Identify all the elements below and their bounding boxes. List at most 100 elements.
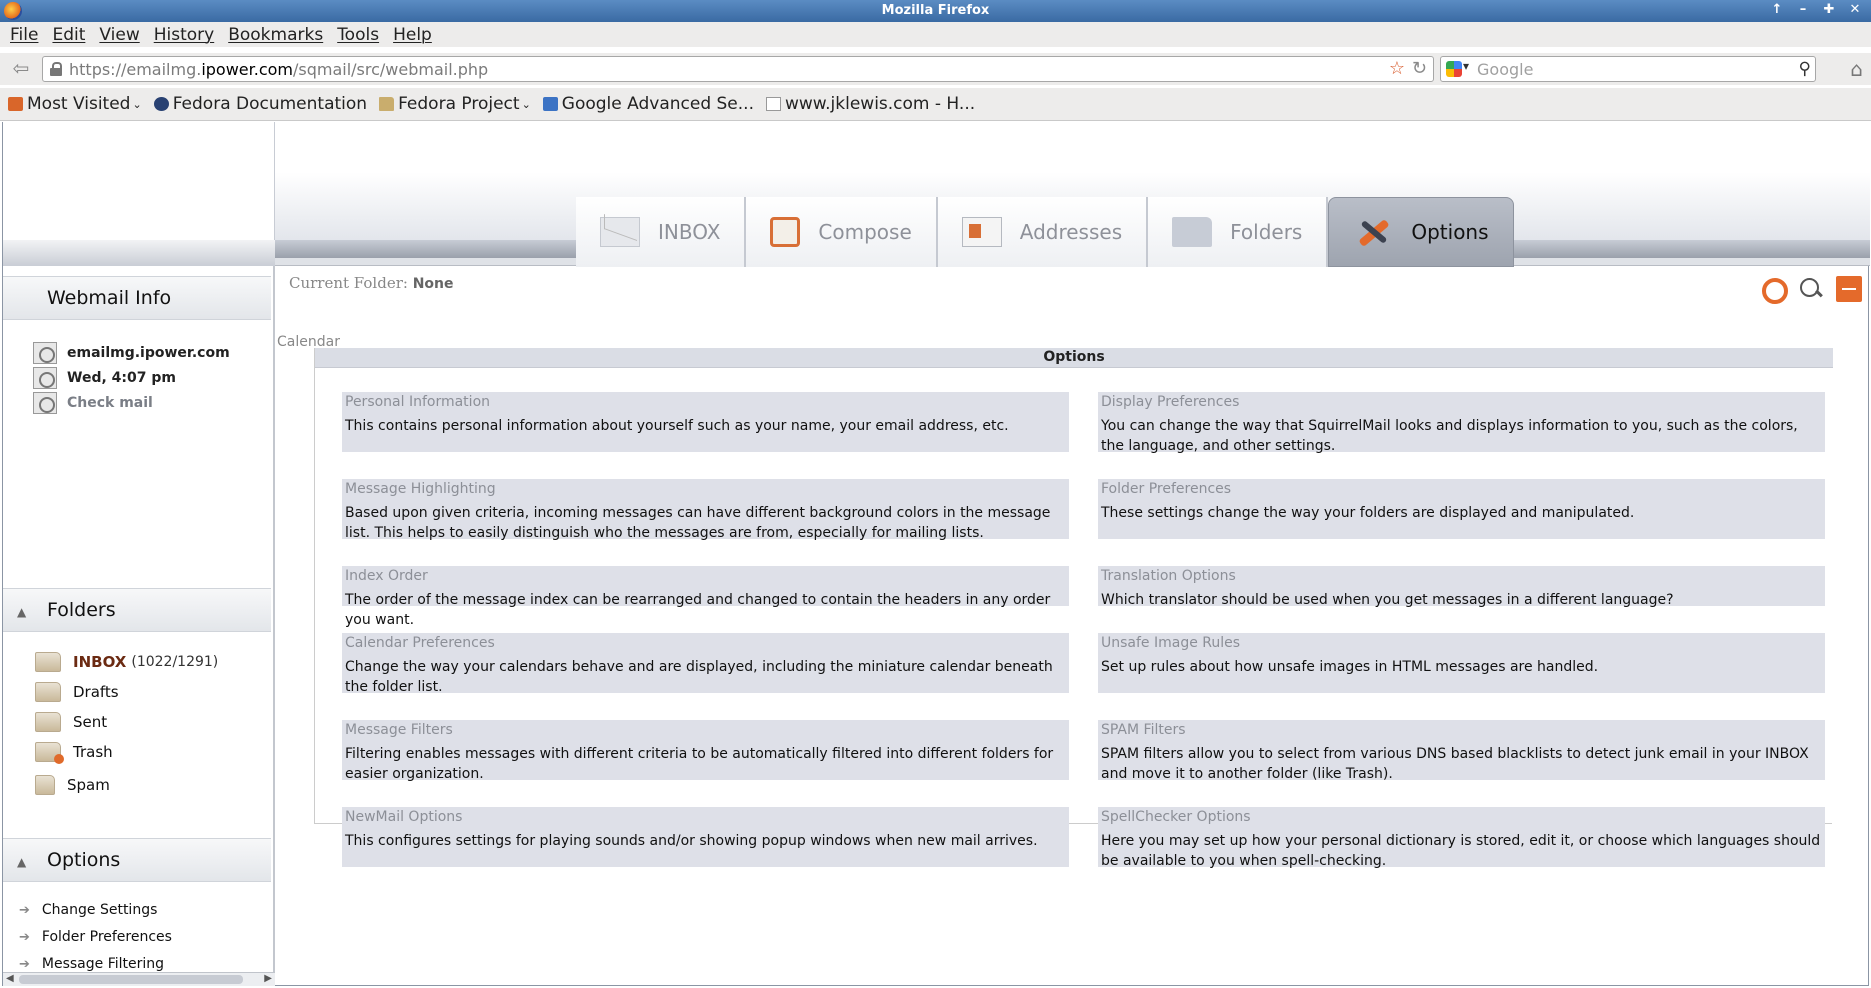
server-name: emailmg.ipower.com [67,345,230,361]
options-heading: Options [47,849,121,871]
webmail-info-header[interactable]: Webmail Info [3,276,271,320]
help-icon[interactable] [1760,276,1788,304]
search-input[interactable]: ▾ Google ⚲ [1440,56,1816,82]
time-info: Wed, 4:07 pm [33,367,176,389]
bookmark-jklewis[interactable]: www.jklewis.com - H... [765,94,975,114]
option-link-folder-preferences[interactable]: ➔ Folder Preferences [19,929,172,945]
bookmarks-toolbar: Most Visited ⌄ Fedora Documentation Fedo… [0,88,1871,121]
option-description: Filtering enables messages with differen… [345,746,1054,782]
tab-folders[interactable]: Folders [1148,197,1329,267]
brand-area [3,122,275,266]
menu-file[interactable]: File [10,25,38,45]
option-title-link[interactable]: Display Preferences [1101,394,1822,410]
tab-inbox[interactable]: INBOX [576,197,747,267]
option-title-link[interactable]: Unsafe Image Rules [1101,635,1822,651]
option-spam-filters: SPAM Filters SPAM filters allow you to s… [1098,720,1825,782]
option-translation-options: Translation Options Which translator sho… [1098,566,1825,608]
server-info: emailmg.ipower.com [33,342,230,364]
window-controls: ↑ – ✚ ✕ [1769,2,1863,17]
folder-drafts[interactable]: Drafts [35,682,119,702]
folder-label: Drafts [73,683,119,701]
scroll-right-icon[interactable]: ▶ [264,973,272,984]
option-title-link[interactable]: Translation Options [1101,568,1822,584]
scrollbar-thumb[interactable] [19,975,243,984]
option-description: These settings change the way your folde… [1101,505,1635,521]
tab-addresses[interactable]: Addresses [937,197,1149,267]
bookmark-most-visited[interactable]: Most Visited ⌄ [8,94,142,114]
menu-history[interactable]: History [154,25,214,45]
check-mail-label: Check mail [67,395,153,411]
search-icon[interactable] [1798,276,1824,302]
tab-label: Folders [1230,220,1303,244]
compose-icon [770,217,801,247]
folder-label: INBOX [73,653,127,671]
option-description: Based upon given criteria, incoming mess… [345,505,1051,541]
menubar: File Edit View History Bookmarks Tools H… [0,22,1871,47]
bookmark-fedora-project[interactable]: Fedora Project ⌄ [379,94,531,114]
option-description: You can change the way that SquirrelMail… [1101,418,1798,454]
option-title-link[interactable]: Calendar Preferences [345,635,1066,651]
menu-help[interactable]: Help [393,25,432,45]
tools-icon [1353,217,1393,247]
option-title-link[interactable]: Personal Information [345,394,1066,410]
collapse-arrow-icon[interactable]: ▲ [17,605,33,619]
bookmark-star-icon[interactable]: ☆ [1389,58,1405,79]
bookmark-fedora-documentation[interactable]: Fedora Documentation [153,94,367,114]
reload-icon[interactable]: ↻ [1412,58,1427,79]
url-path: /sqmail/src/webmail.php [293,60,489,79]
option-description: Here you may set up how your personal di… [1101,833,1821,869]
tab-compose[interactable]: Compose [746,197,938,267]
tab-label: Addresses [1019,220,1123,244]
most-visited-icon [8,97,23,111]
folder-sent[interactable]: Sent [35,712,107,732]
menu-view[interactable]: View [99,25,139,45]
collapse-icon[interactable] [1836,276,1862,302]
left-sidebar: Webmail Info emailmg.ipower.com Wed, 4:0… [3,266,275,986]
window-maximize-button[interactable]: ✚ [1821,2,1837,17]
option-title-link[interactable]: Index Order [345,568,1066,584]
folder-label: Trash [73,743,113,761]
option-link-label: Folder Preferences [41,929,172,945]
option-title-link[interactable]: SPAM Filters [1101,722,1822,738]
bookmark-google-advanced-search[interactable]: Google Advanced Se... [542,94,754,114]
options-header[interactable]: ▲ Options [3,838,271,882]
tab-label: Compose [818,220,912,244]
option-description: Set up rules about how unsafe images in … [1101,659,1599,675]
webmail-info-heading: Webmail Info [47,287,172,309]
options-panel: Options Personal Information This contai… [314,348,1833,869]
fedora-icon [153,97,169,111]
tab-options[interactable]: Options [1328,197,1514,267]
option-title-link[interactable]: Message Filters [345,722,1066,738]
scroll-left-icon[interactable]: ◀ [6,973,14,984]
folder-inbox[interactable]: INBOX (1022/1291) [35,652,218,672]
current-folder-value: None [412,276,454,292]
window-shade-button[interactable]: ↑ [1769,2,1785,17]
option-title-link[interactable]: NewMail Options [345,809,1066,825]
window-close-button[interactable]: ✕ [1847,2,1863,17]
menu-bookmarks[interactable]: Bookmarks [228,25,323,45]
main-content: Current Folder: None Calendar Options Pe… [277,266,1870,986]
home-icon[interactable]: ⌂ [1850,57,1863,81]
sidebar-horizontal-scrollbar[interactable]: ◀ ▶ [3,972,275,986]
option-link-message-filtering[interactable]: ➔ Message Filtering [19,956,164,972]
window-minimize-button[interactable]: – [1795,2,1811,17]
menu-tools[interactable]: Tools [337,25,379,45]
url-bar[interactable]: https://emailmg.ipower.com/sqmail/src/we… [42,56,1434,82]
folder-spam[interactable]: Spam [35,775,110,795]
option-display-preferences: Display Preferences You can change the w… [1098,392,1825,454]
option-title-link[interactable]: Folder Preferences [1101,481,1822,497]
option-title-link[interactable]: Message Highlighting [345,481,1066,497]
search-icon[interactable]: ⚲ [1799,59,1811,79]
folders-header[interactable]: ▲ Folders [3,588,271,632]
collapse-arrow-icon[interactable]: ▲ [17,855,33,869]
folder-trash[interactable]: Trash [35,742,113,764]
back-arrow-icon[interactable]: ⇦ [8,56,34,82]
check-mail-link[interactable]: Check mail [33,392,153,414]
arrow-right-icon: ➔ [19,929,30,945]
option-link-change-settings[interactable]: ➔ Change Settings [19,902,157,918]
search-engine-icon[interactable] [1446,61,1462,77]
option-title-link[interactable]: SpellChecker Options [1101,809,1822,825]
chevron-down-icon[interactable]: ▾ [1463,59,1469,73]
chevron-down-icon: ⌄ [521,97,531,111]
menu-edit[interactable]: Edit [52,25,85,45]
